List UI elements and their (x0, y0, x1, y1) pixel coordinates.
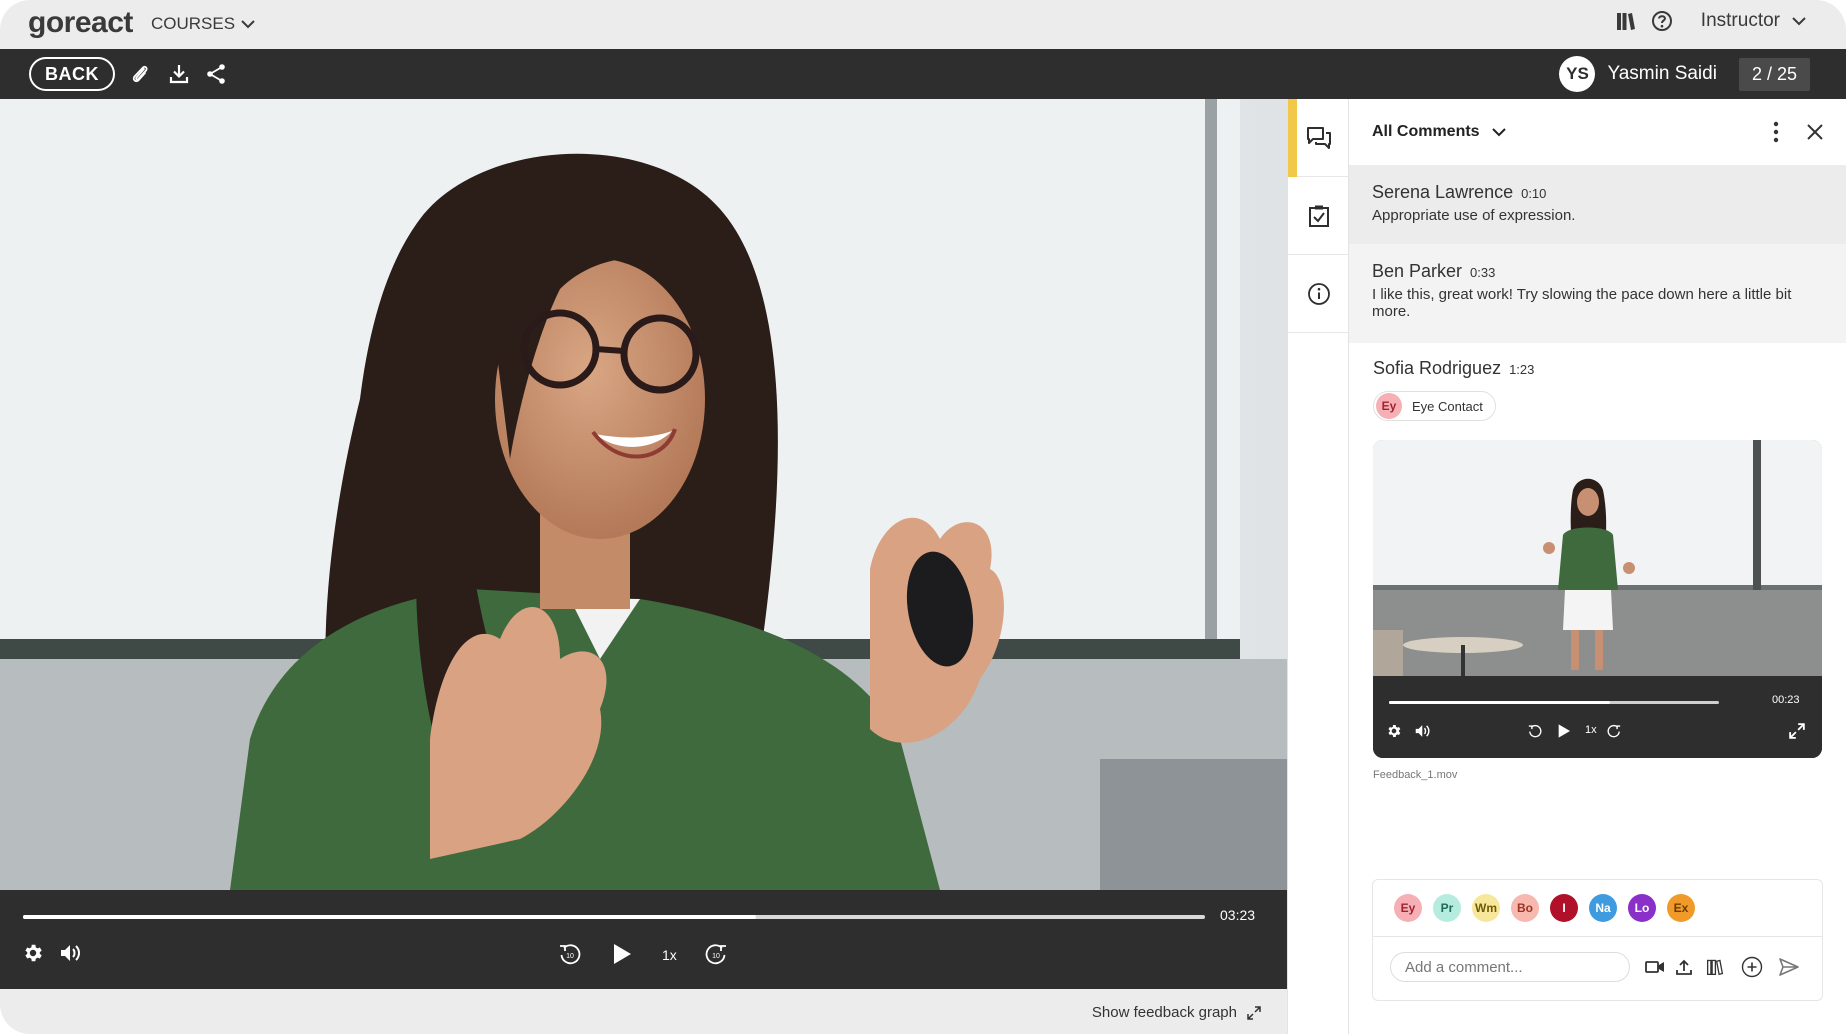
comments-icon (1306, 126, 1331, 149)
gear-icon[interactable] (1386, 723, 1402, 739)
marker-chip[interactable]: Bo (1511, 894, 1539, 922)
video-camera-icon[interactable] (1645, 960, 1665, 974)
help-icon[interactable] (1651, 10, 1673, 32)
app-frame: goreact COURSES Instructor BACK YS Yasmi… (0, 0, 1846, 1034)
comment-timestamp[interactable]: 0:10 (1521, 186, 1546, 201)
progress-fill (23, 915, 756, 919)
volume-icon[interactable] (59, 942, 83, 964)
download-icon[interactable] (167, 62, 191, 86)
feedback-progress-bar[interactable] (1389, 701, 1719, 704)
marker-chip[interactable]: Ex (1667, 894, 1695, 922)
comment-text: I like this, great work! Try slowing the… (1372, 286, 1792, 320)
fullscreen-icon[interactable] (1789, 723, 1805, 739)
marker-chip[interactable]: Lo (1628, 894, 1656, 922)
svg-text:10: 10 (712, 953, 720, 960)
role-label: Instructor (1700, 10, 1780, 31)
feedback-progress-fill (1389, 701, 1611, 704)
presenter-video-image (0, 99, 1287, 890)
marker-chip[interactable]: Ey (1394, 894, 1422, 922)
duration-time: 03:23 (1220, 907, 1256, 923)
playback-speed[interactable]: 1x (662, 947, 677, 963)
show-feedback-graph-button[interactable]: Show feedback graph (1092, 1004, 1261, 1021)
comment-author: Ben Parker (1372, 261, 1463, 281)
more-vertical-icon[interactable] (1772, 121, 1780, 143)
current-user: YS Yasmin Saidi 2 / 25 (1559, 56, 1810, 92)
courses-label: COURSES (151, 14, 236, 33)
progress-bar[interactable] (23, 915, 1205, 919)
back-button[interactable]: BACK (29, 57, 115, 91)
close-icon[interactable] (1806, 123, 1824, 141)
top-nav: goreact COURSES Instructor (0, 0, 1846, 49)
feedback-graph-label: Show feedback graph (1091, 1004, 1237, 1021)
send-icon[interactable] (1779, 958, 1799, 976)
library-icon[interactable] (1615, 10, 1637, 32)
marker-tag-badge: Ey (1376, 393, 1402, 419)
marker-tag[interactable]: Ey Eye Contact (1373, 391, 1496, 421)
comment-composer: Ey Pr Wm Bo I Na Lo Ex (1372, 879, 1823, 1001)
marker-chip[interactable]: Na (1589, 894, 1617, 922)
share-icon[interactable] (204, 62, 228, 86)
comment-item[interactable]: Serena Lawrence 0:10 Appropriate use of e… (1349, 165, 1846, 244)
marker-chip[interactable]: I (1550, 894, 1578, 922)
chevron-down-icon (241, 20, 255, 29)
rewind-10-icon[interactable]: 10 (557, 941, 583, 967)
feedback-video-image (1373, 440, 1822, 676)
courses-menu[interactable]: COURSES (151, 14, 255, 34)
upload-icon[interactable] (1675, 958, 1693, 976)
panel-header: All Comments (1349, 99, 1846, 165)
comment-item[interactable]: Ben Parker 0:33 I like this, great work! … (1349, 244, 1846, 343)
comments-panel: All Comments Serena Lawrence 0:10 Appropr… (1349, 99, 1846, 1034)
svg-text:10: 10 (566, 953, 574, 960)
rewind-10-icon[interactable] (1527, 723, 1543, 739)
chevron-down-icon (1491, 128, 1506, 137)
library-icon[interactable] (1706, 958, 1724, 976)
comment-input[interactable] (1390, 952, 1630, 982)
comment-filter-dropdown[interactable]: All Comments (1372, 123, 1506, 141)
role-menu[interactable]: Instructor (1701, 10, 1806, 32)
rail-active-indicator (1288, 99, 1297, 177)
app-logo[interactable]: goreact (28, 6, 133, 40)
feedback-player-controls: 00:23 1x (1373, 676, 1822, 758)
forward-10-icon[interactable]: 10 (703, 941, 729, 967)
info-icon (1307, 282, 1330, 305)
expand-icon (1247, 1005, 1261, 1020)
marker-tag-label: Eye Contact (1412, 398, 1483, 414)
video-frame[interactable] (0, 99, 1287, 890)
play-icon[interactable] (610, 941, 634, 967)
attachment-file-name[interactable]: Feedback_1.mov (1373, 769, 1457, 781)
volume-icon[interactable] (1414, 723, 1432, 739)
rail-rubric-tab[interactable] (1288, 177, 1349, 255)
marker-chip[interactable]: Wm (1472, 894, 1500, 922)
comment-item[interactable]: Sofia Rodriguez 1:23 (1349, 343, 1846, 383)
rail-info-tab[interactable] (1288, 255, 1349, 333)
submission-counter[interactable]: 2 / 25 (1738, 57, 1810, 91)
clipboard-check-icon (1308, 205, 1329, 227)
top-right-tools: Instructor (1615, 10, 1806, 32)
feedback-playback-speed[interactable]: 1x (1585, 724, 1597, 736)
user-name: Yasmin Saidi (1607, 63, 1717, 84)
marker-chip-bar: Ey Pr Wm Bo I Na Lo Ex (1373, 880, 1822, 937)
forward-10-icon[interactable] (1606, 723, 1622, 739)
comment-text: Appropriate use of expression. (1372, 207, 1576, 224)
rail-comments-tab[interactable] (1288, 99, 1349, 177)
chevron-down-icon (1792, 17, 1806, 26)
add-icon[interactable] (1741, 956, 1763, 978)
comment-author: Serena Lawrence (1372, 182, 1514, 202)
play-icon[interactable] (1556, 722, 1572, 740)
feedback-video-player[interactable]: 00:23 1x (1373, 440, 1822, 758)
toolbar: BACK YS Yasmin Saidi 2 / 25 (0, 49, 1846, 99)
comment-author: Sofia Rodriguez (1373, 358, 1502, 378)
player-controls: 03:23 10 1x 10 (0, 890, 1287, 989)
comment-filter-label: All Comments (1372, 123, 1480, 140)
marker-chip[interactable]: Pr (1433, 894, 1461, 922)
side-rail (1287, 99, 1349, 1034)
bottom-bar: Show feedback graph (0, 989, 1287, 1034)
comment-timestamp[interactable]: 0:33 (1470, 265, 1495, 280)
feedback-duration-time: 00:23 (1772, 694, 1800, 706)
paperclip-icon[interactable] (128, 62, 152, 86)
avatar: YS (1559, 56, 1596, 92)
comment-timestamp[interactable]: 1:23 (1509, 362, 1534, 377)
gear-icon[interactable] (22, 942, 44, 964)
